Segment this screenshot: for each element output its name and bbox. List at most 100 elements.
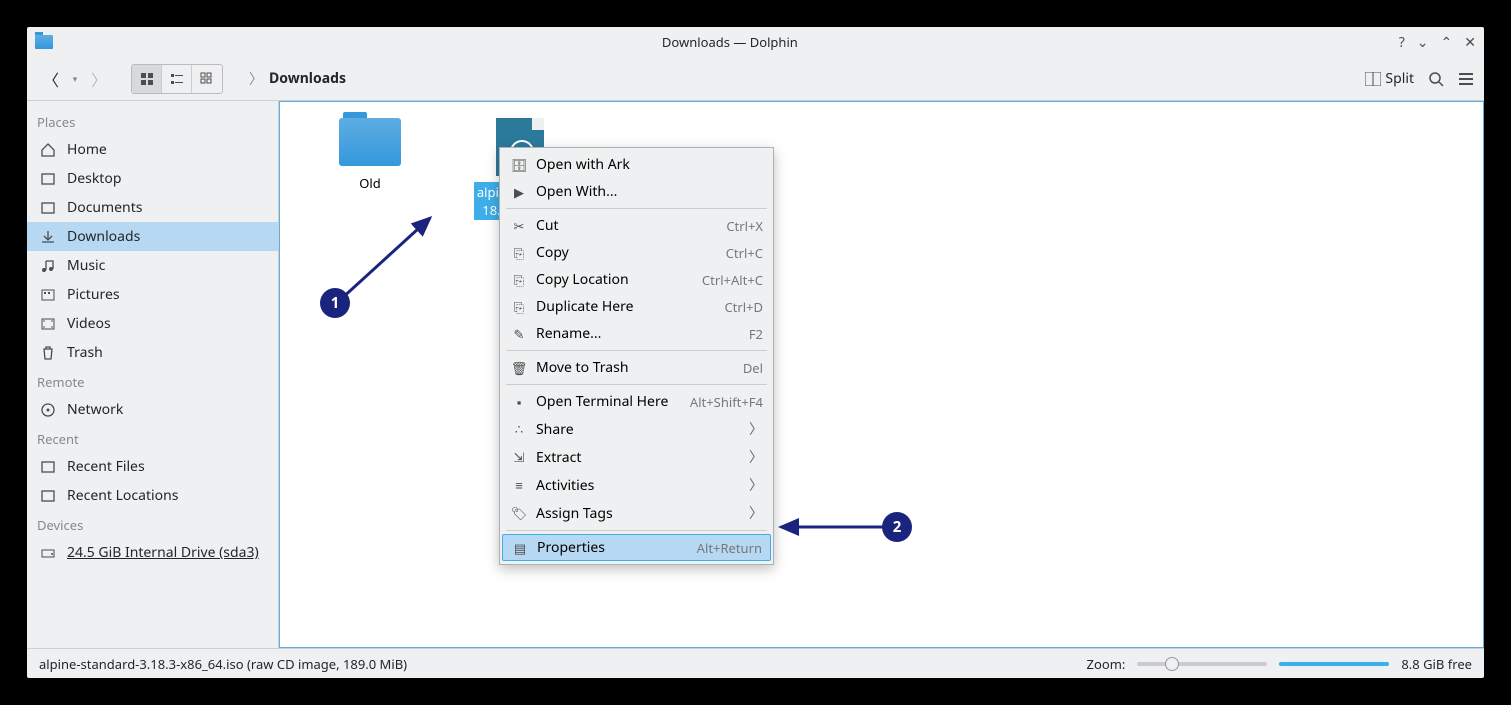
sidebar-item-home[interactable]: Home [27, 135, 278, 164]
menu-item-move-to-trash[interactable]: 🗑Move to TrashDel [500, 354, 773, 381]
minimize-button[interactable]: ⌄ [1417, 33, 1429, 52]
split-icon [1365, 72, 1381, 86]
view-icons-button[interactable] [132, 65, 162, 93]
terminal-icon: ▪ [510, 393, 528, 411]
menu-item-activities[interactable]: ≡Activities〉 [500, 471, 773, 499]
menu-shortcut: Alt+Shift+F4 [690, 393, 763, 411]
statusbar: alpine-standard-3.18.3-x86_64.iso (raw C… [27, 648, 1484, 678]
sidebar-item-label: Recent Files [67, 457, 145, 476]
menu-item-label: Rename... [536, 324, 741, 343]
menu-item-label: Properties [537, 538, 689, 557]
sidebar-item-recent-files[interactable]: Recent Files [27, 452, 278, 481]
sidebar-item-label: Documents [67, 198, 142, 217]
home-icon [39, 141, 57, 159]
nav-back-button[interactable]: 〈 [40, 68, 62, 90]
sidebar-header: Devices [27, 510, 278, 538]
sidebar-item-music[interactable]: Music [27, 251, 278, 280]
chevron-right-icon: 〉 [749, 419, 763, 439]
sidebar-item-trash[interactable]: Trash [27, 338, 278, 367]
nav-forward-button[interactable]: 〉 [88, 68, 110, 90]
menu-separator [506, 350, 767, 351]
downloads-icon [39, 228, 57, 246]
annotation-badge-2: 2 [882, 512, 912, 542]
recent-files-icon [39, 458, 57, 476]
menu-item-properties[interactable]: ▤PropertiesAlt+Return [502, 534, 771, 561]
menu-item-label: Copy Location [536, 270, 694, 289]
menu-item-label: Open With... [536, 182, 763, 201]
documents-icon [39, 199, 57, 217]
free-space-bar [1279, 662, 1389, 666]
view-details-button[interactable] [192, 65, 222, 93]
sidebar-item-network[interactable]: Network [27, 395, 278, 424]
sidebar-item-pictures[interactable]: Pictures [27, 280, 278, 309]
sidebar-item-documents[interactable]: Documents [27, 193, 278, 222]
help-button[interactable]: ? [1399, 33, 1405, 52]
free-space-label: 8.8 GiB free [1401, 655, 1472, 673]
chevron-right-icon: 〉 [749, 447, 763, 467]
hamburger-icon [1458, 72, 1474, 86]
nav-back-dropdown[interactable]: ▾ [64, 68, 86, 90]
view-compact-button[interactable] [162, 65, 192, 93]
toolbar: 〈 ▾ 〉 〉 Downloads Split [27, 57, 1484, 101]
menu-item-label: Extract [536, 448, 741, 467]
drive-icon [39, 544, 57, 562]
sidebar-item-label: Videos [67, 314, 111, 333]
split-button[interactable]: Split [1365, 69, 1414, 88]
trash-icon: 🗑 [510, 359, 528, 377]
menu-item-extract[interactable]: ⇲Extract〉 [500, 443, 773, 471]
menu-item-open-terminal-here[interactable]: ▪ Open Terminal Here Alt+Shift+F4 [500, 388, 773, 415]
search-button[interactable] [1428, 71, 1444, 87]
menu-shortcut: Alt+Return [697, 539, 762, 557]
share-icon: ∴ [510, 420, 528, 438]
annotation-badge-1: 1 [320, 288, 350, 318]
breadcrumb-current[interactable]: Downloads [269, 69, 346, 88]
search-icon [1428, 71, 1444, 87]
music-icon [39, 257, 57, 275]
menu-button[interactable] [1458, 72, 1474, 86]
rename-icon: ✎ [510, 325, 528, 343]
videos-icon [39, 315, 57, 333]
file-view[interactable]: Oldalpine-stand...18.3-x86_6... [279, 101, 1484, 648]
menu-item-label: Share [536, 420, 741, 439]
maximize-button[interactable]: ⌃ [1441, 33, 1453, 52]
menu-item-rename[interactable]: ✎Rename...F2 [500, 320, 773, 347]
sidebar-header: Recent [27, 424, 278, 452]
menu-item-copy-location[interactable]: ⎘Copy LocationCtrl+Alt+C [500, 266, 773, 293]
close-button[interactable]: ✕ [1464, 33, 1476, 52]
recent-locations-icon [39, 487, 57, 505]
menu-item-copy[interactable]: ⎘CopyCtrl+C [500, 239, 773, 266]
view-mode-group [131, 64, 223, 94]
places-panel: PlacesHomeDesktop Documents DownloadsMusic… [27, 101, 279, 648]
menu-shortcut: Ctrl+C [726, 244, 763, 262]
menu-shortcut: Del [743, 359, 763, 377]
menu-item-cut[interactable]: ✂CutCtrl+X [500, 212, 773, 239]
copyloc-icon: ⎘ [510, 271, 528, 289]
context-menu: 🗄Open with Ark▶Open With... ✂CutCtrl+X ⎘ Co… [499, 147, 774, 565]
menu-item-duplicate-here[interactable]: ⎘Duplicate HereCtrl+D [500, 293, 773, 320]
titlebar: Downloads — Dolphin ? ⌄ ⌃ ✕ [27, 27, 1484, 57]
sidebar-item-label: Recent Locations [67, 486, 178, 505]
menu-item-label: Duplicate Here [536, 297, 716, 316]
menu-item-label: Open with Ark [536, 155, 763, 174]
menu-separator [506, 530, 767, 531]
trash-icon [39, 344, 57, 362]
sidebar-item-recent-locations[interactable]: Recent Locations [27, 481, 278, 510]
menu-item-assign-tags[interactable]: 🏷Assign Tags〉 [500, 499, 773, 527]
menu-item-share[interactable]: ∴ Share 〉 [500, 415, 773, 443]
menu-item-open-with[interactable]: ▶Open With... [500, 178, 773, 205]
sidebar-item-videos[interactable]: Videos [27, 309, 278, 338]
menu-item-label: Open Terminal Here [536, 392, 682, 411]
sidebar-item-downloads[interactable]: Downloads [27, 222, 278, 251]
file-item-old[interactable]: Old [310, 118, 430, 192]
sidebar-item-label: Pictures [67, 285, 120, 304]
app-folder-icon [35, 35, 53, 49]
zoom-slider[interactable] [1137, 662, 1267, 666]
breadcrumb[interactable]: 〉 Downloads [249, 69, 346, 89]
sidebar-header: Places [27, 107, 278, 135]
sidebar-item-desktop[interactable]: Desktop [27, 164, 278, 193]
menu-item-label: Copy [536, 243, 718, 262]
sidebar-item-24-5-gib-internal-drive-sda3-[interactable]: 24.5 GiB Internal Drive (sda3) [27, 538, 278, 567]
window-title: Downloads — Dolphin [61, 33, 1399, 51]
menu-item-open-with-ark[interactable]: 🗄Open with Ark [500, 151, 773, 178]
folder-icon [339, 118, 401, 166]
